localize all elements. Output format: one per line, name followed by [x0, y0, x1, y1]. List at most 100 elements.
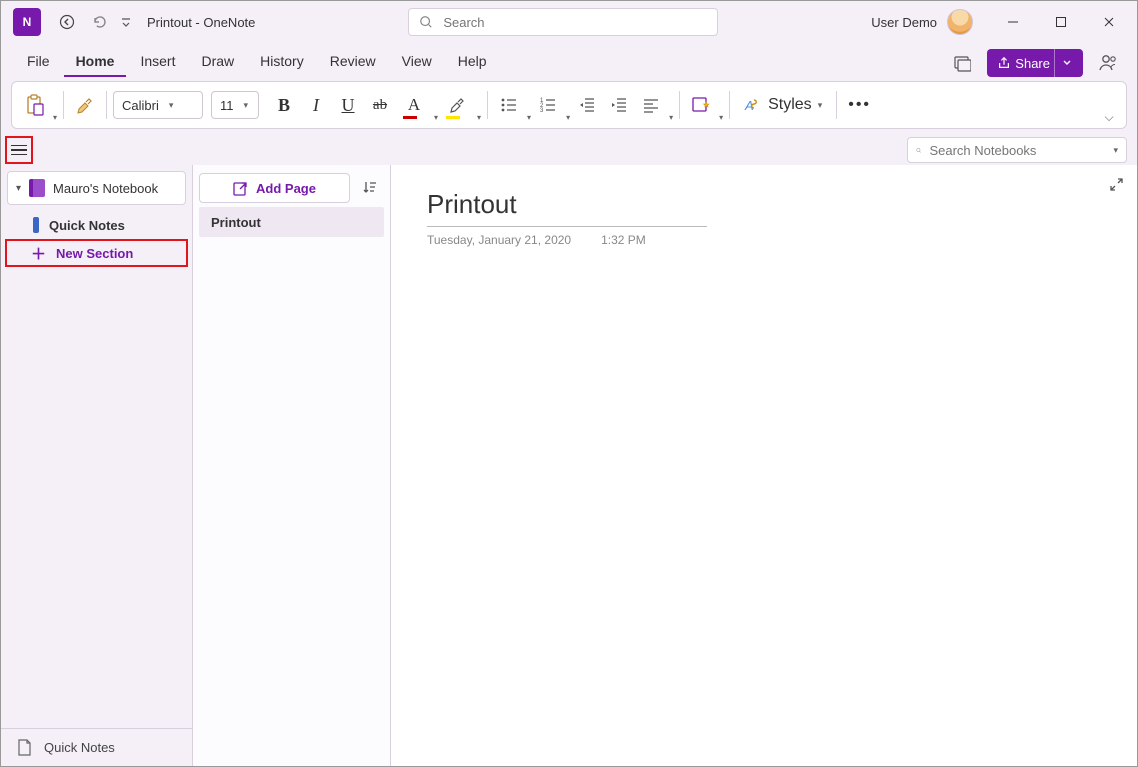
quick-notes-footer[interactable]: Quick Notes	[1, 728, 192, 766]
highlight-dropdown[interactable]: ▾	[477, 113, 481, 128]
highlight-button[interactable]	[440, 88, 474, 122]
tag-dropdown[interactable]: ▾	[719, 113, 723, 128]
maximize-icon	[1055, 16, 1067, 28]
account-manager-button[interactable]	[1093, 49, 1123, 77]
global-search[interactable]	[408, 8, 718, 36]
maximize-button[interactable]	[1039, 6, 1083, 38]
bullet-list-dropdown[interactable]: ▾	[527, 113, 531, 128]
notebook-sidebar: ▾ Mauro's Notebook Quick Notes ＋ New Sec…	[1, 165, 193, 766]
paste-button[interactable]	[20, 88, 50, 122]
page-item-printout[interactable]: Printout	[199, 207, 384, 237]
share-button[interactable]: Share	[987, 49, 1083, 77]
more-commands-button[interactable]: •••	[843, 88, 876, 122]
undo-button[interactable]	[85, 8, 113, 36]
highlighter-icon	[448, 96, 466, 114]
search-icon	[419, 15, 433, 29]
paste-dropdown[interactable]: ▾	[53, 113, 57, 128]
indent-icon	[610, 96, 628, 114]
open-in-desktop-button[interactable]	[947, 49, 977, 77]
align-dropdown[interactable]: ▾	[669, 113, 673, 128]
tab-home[interactable]: Home	[64, 47, 127, 77]
bold-button[interactable]: B	[269, 88, 299, 122]
collapse-ribbon-button[interactable]: ⌵	[1098, 106, 1120, 128]
share-dropdown[interactable]	[1054, 49, 1079, 77]
bullet-list-button[interactable]	[494, 88, 524, 122]
chevron-down-icon	[1063, 59, 1071, 67]
numbered-list-button[interactable]: 123	[533, 88, 563, 122]
tab-draw[interactable]: Draw	[189, 47, 246, 77]
numbered-list-dropdown[interactable]: ▾	[566, 113, 570, 128]
expand-icon	[1109, 177, 1124, 192]
tab-history[interactable]: History	[248, 47, 316, 77]
numbering-icon: 123	[539, 96, 557, 114]
tab-review[interactable]: Review	[318, 47, 388, 77]
bullets-icon	[500, 96, 518, 114]
fullscreen-button[interactable]	[1103, 171, 1129, 197]
page-title[interactable]: Printout	[427, 187, 707, 227]
minimize-icon	[1007, 16, 1019, 28]
font-color-button[interactable]: A	[397, 88, 431, 122]
strikethrough-button[interactable]: ab	[365, 88, 395, 122]
user-name-label[interactable]: User Demo	[871, 15, 937, 30]
undo-icon	[91, 14, 107, 30]
italic-button[interactable]: I	[301, 88, 331, 122]
sort-pages-button[interactable]	[356, 173, 384, 203]
global-search-input[interactable]	[441, 14, 707, 31]
notebook-selector[interactable]: ▾ Mauro's Notebook	[7, 171, 186, 205]
underline-button[interactable]: U	[333, 88, 363, 122]
close-button[interactable]	[1087, 6, 1131, 38]
page-time[interactable]: 1:32 PM	[601, 233, 646, 247]
ribbon-toolbar: ▾ Calibri▾ 11▾ B I U ab A ▾ ▾ ▾ 123 ▾	[11, 81, 1127, 129]
customize-icon	[121, 15, 131, 29]
back-button[interactable]	[53, 8, 81, 36]
new-section-button-highlighted[interactable]: ＋ New Section	[5, 239, 188, 267]
align-button[interactable]	[636, 88, 666, 122]
styles-icon: A	[744, 96, 762, 114]
share-icon	[997, 56, 1011, 70]
notebook-name: Mauro's Notebook	[53, 181, 158, 196]
section-item-quick-notes[interactable]: Quick Notes	[1, 211, 192, 239]
tab-help[interactable]: Help	[446, 47, 499, 77]
add-page-button[interactable]: Add Page	[199, 173, 350, 203]
quick-notes-label: Quick Notes	[44, 740, 115, 755]
minimize-button[interactable]	[991, 6, 1035, 38]
page-canvas[interactable]: Printout Tuesday, January 21, 2020 1:32 …	[391, 165, 1137, 766]
content-area: ▾ Mauro's Notebook Quick Notes ＋ New Sec…	[1, 165, 1137, 766]
tab-file[interactable]: File	[15, 47, 62, 77]
font-name-combo[interactable]: Calibri▾	[113, 91, 203, 119]
back-arrow-icon	[59, 14, 75, 30]
tab-view[interactable]: View	[390, 47, 444, 77]
font-size-combo[interactable]: 11▾	[211, 91, 259, 119]
font-name-value: Calibri	[122, 98, 159, 113]
notebook-search-input[interactable]	[927, 142, 1107, 159]
indent-button[interactable]	[604, 88, 634, 122]
qat-customize-button[interactable]	[117, 8, 135, 36]
svg-text:3: 3	[540, 108, 544, 114]
styles-button[interactable]: A Styles ▾	[736, 88, 830, 122]
page-date[interactable]: Tuesday, January 21, 2020	[427, 233, 571, 247]
tab-insert[interactable]: Insert	[128, 47, 187, 77]
tag-button[interactable]	[686, 88, 716, 122]
clipboard-icon	[25, 94, 45, 116]
tag-star-icon	[691, 95, 711, 115]
app-icon: N	[13, 8, 41, 36]
page-meta: Tuesday, January 21, 2020 1:32 PM	[427, 233, 1101, 247]
outdent-icon	[578, 96, 596, 114]
section-color-swatch	[33, 217, 39, 233]
user-avatar[interactable]	[947, 9, 973, 35]
notebook-search[interactable]: ▾	[907, 137, 1127, 163]
format-painter-button[interactable]	[70, 88, 100, 122]
page-list-panel: Add Page Printout	[193, 165, 391, 766]
chevron-down-icon[interactable]: ▾	[1113, 145, 1118, 156]
chevron-down-icon: ▾	[16, 183, 21, 194]
window-icon	[953, 54, 971, 72]
navigation-toggle-highlighted[interactable]	[5, 136, 33, 164]
search-icon	[916, 144, 921, 157]
close-icon	[1103, 16, 1115, 28]
font-color-dropdown[interactable]: ▾	[434, 113, 438, 128]
new-section-label: New Section	[56, 246, 133, 261]
window-title: Printout - OneNote	[147, 15, 255, 30]
page-icon	[17, 739, 32, 756]
share-label: Share	[1015, 56, 1050, 71]
outdent-button[interactable]	[572, 88, 602, 122]
